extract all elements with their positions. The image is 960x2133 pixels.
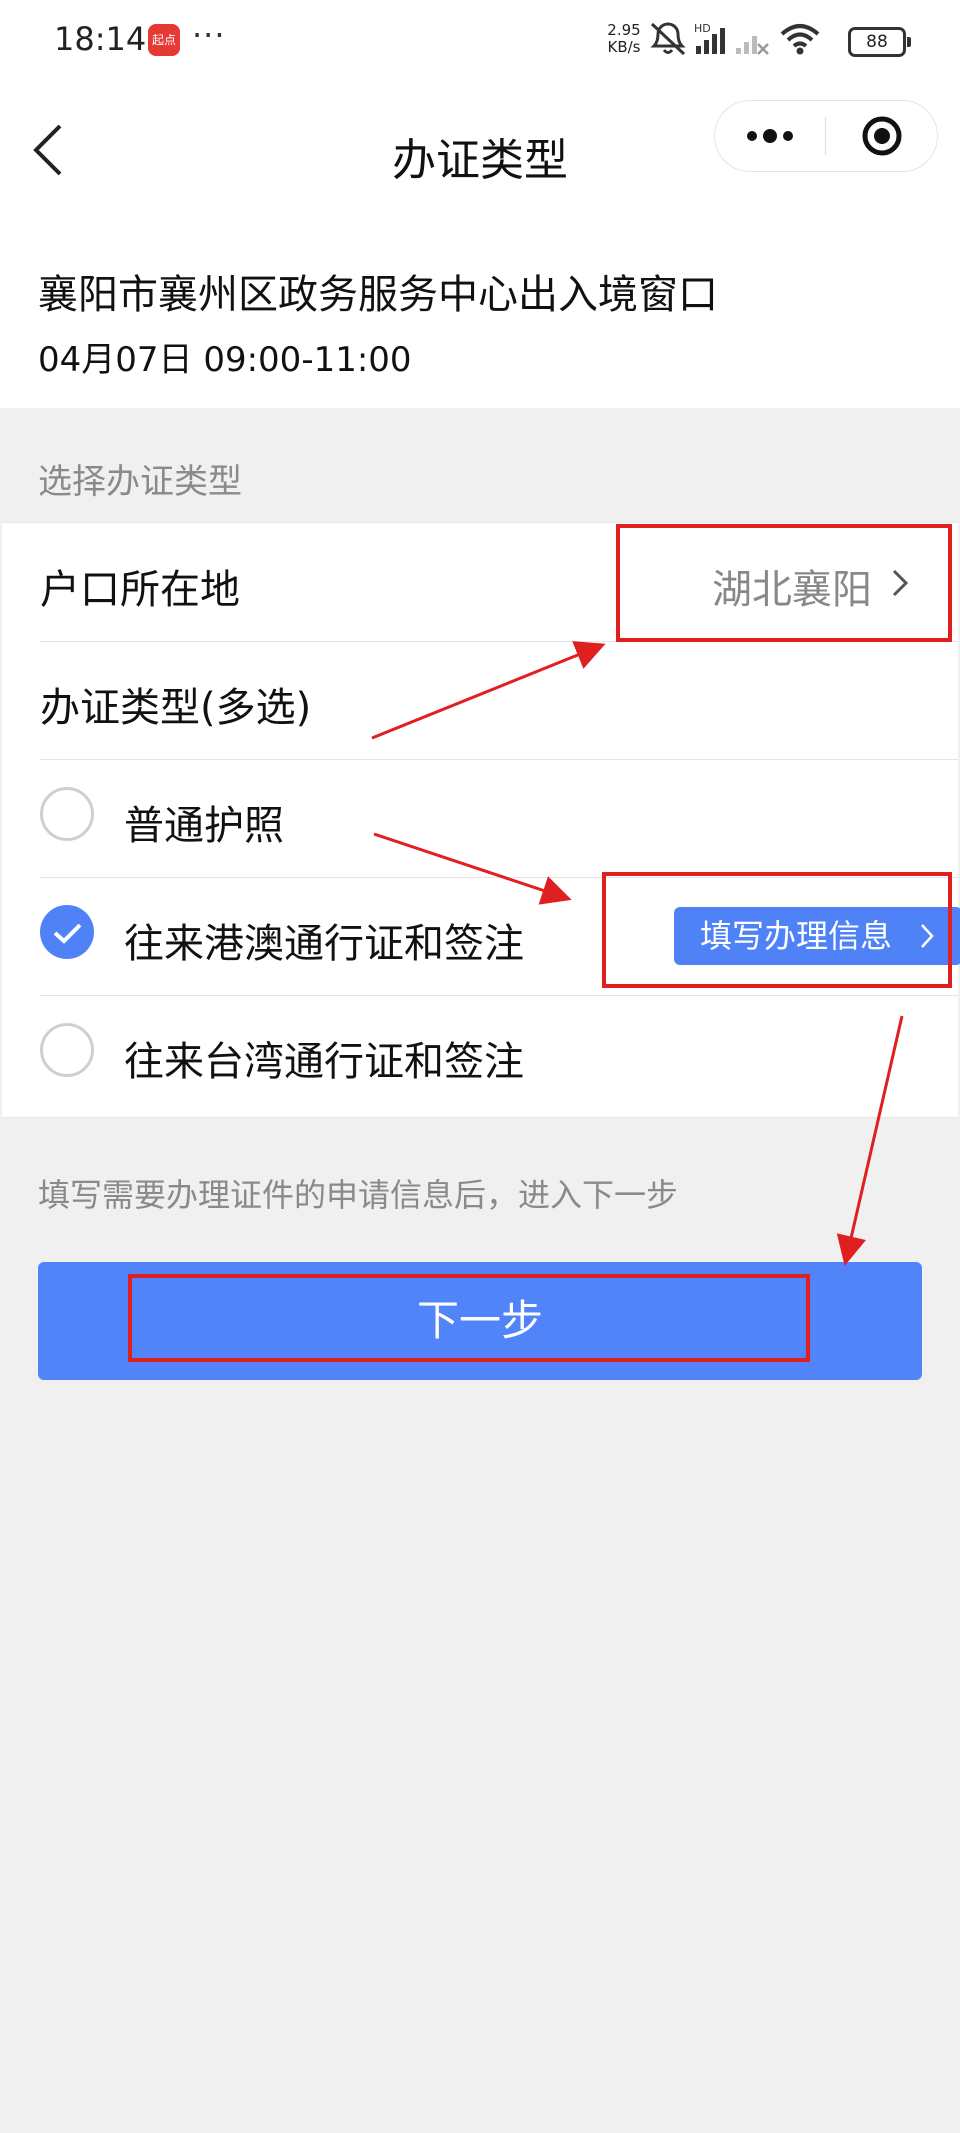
radio-hk-macau[interactable] (40, 905, 94, 959)
battery-icon: 88 (848, 27, 911, 57)
status-time: 18:14 (54, 20, 147, 58)
more-notifications-icon: ··· (192, 16, 226, 54)
app-notification-icon: 起点 (148, 24, 180, 56)
mini-program-capsule (714, 100, 938, 172)
option-row-passport[interactable]: 普通护照 (40, 759, 958, 878)
option-label-taiwan: 往来台湾通行证和签注 (124, 1039, 524, 1085)
mute-alarm-icon (650, 22, 686, 56)
option-row-taiwan[interactable]: 往来台湾通行证和签注 (40, 995, 958, 1113)
network-speed-value: 2.95 (607, 21, 641, 39)
signal-strength-icon: HD (694, 22, 725, 54)
status-bar: 18:14 起点 ··· 2.95 KB/s HD 88 (0, 0, 960, 80)
option-label-passport: 普通护照 (124, 803, 284, 849)
network-speed: 2.95 KB/s (602, 22, 646, 56)
hd-label: HD (694, 22, 711, 35)
radio-taiwan[interactable] (40, 1023, 94, 1077)
residence-label: 户口所在地 (40, 567, 240, 613)
more-icon[interactable] (715, 101, 825, 171)
capsule-divider (825, 117, 826, 155)
annotation-box-residence (616, 524, 952, 642)
close-mini-program-icon[interactable] (827, 101, 937, 171)
annotation-box-next (128, 1274, 810, 1362)
nav-bar: 办证类型 (0, 80, 960, 220)
no-signal-icon (736, 36, 769, 55)
radio-passport[interactable] (40, 787, 94, 841)
appointment-time: 04月07日 09:00-11:00 (38, 340, 412, 380)
appointment-info-card: 襄阳市襄州区政务服务中心出入境窗口 04月07日 09:00-11:00 (0, 220, 960, 408)
option-label-hk-macau: 往来港澳通行证和签注 (124, 921, 524, 967)
status-icons: HD (650, 22, 820, 56)
checkmark-icon (53, 923, 82, 944)
section-label: 选择办证类型 (38, 462, 242, 502)
type-label: 办证类型(多选) (40, 685, 312, 731)
type-header-row: 办证类型(多选) (40, 641, 958, 760)
wifi-icon (780, 24, 820, 55)
office-name: 襄阳市襄州区政务服务中心出入境窗口 (38, 272, 718, 318)
annotation-box-fill-info (602, 872, 952, 988)
network-speed-unit: KB/s (607, 38, 641, 56)
hint-text: 填写需要办理证件的申请信息后，进入下一步 (38, 1176, 679, 1214)
